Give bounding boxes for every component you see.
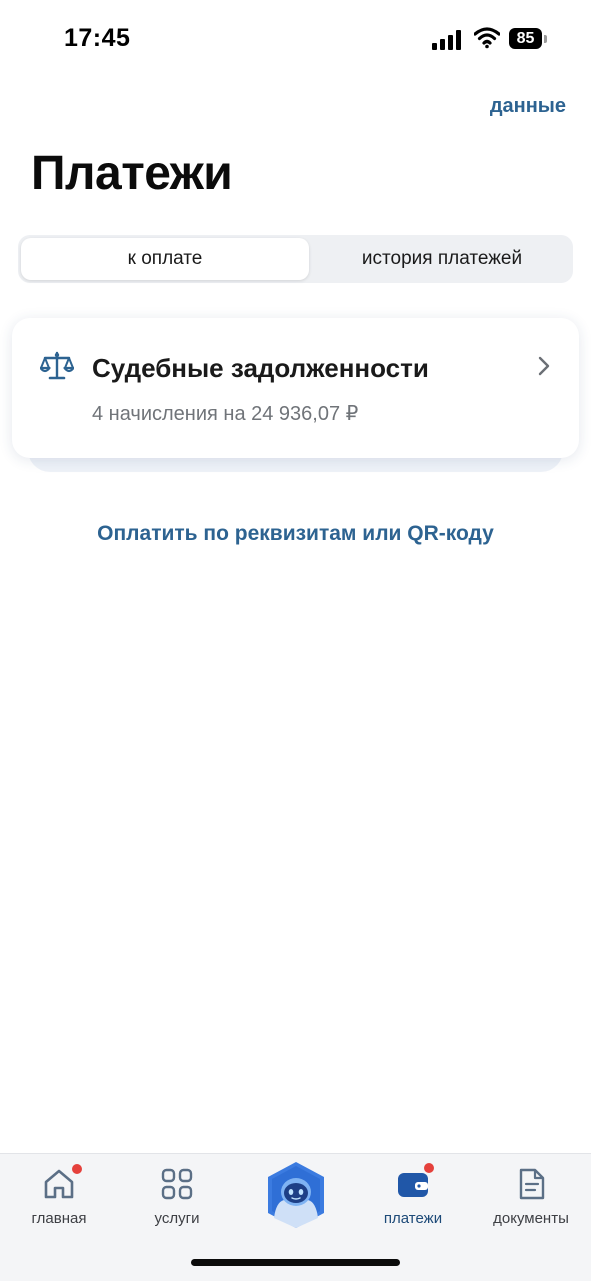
- card-subtitle: 4 начисления на 24 936,07 ₽: [92, 403, 359, 425]
- home-indicator: [191, 1259, 400, 1266]
- battery-level: 85: [509, 28, 542, 49]
- tab-to-pay[interactable]: к оплате: [21, 238, 309, 280]
- payments-tabs: к оплате история платежей: [18, 235, 573, 283]
- page-title: Платежи: [31, 147, 233, 200]
- signal-icon: [432, 30, 461, 50]
- status-bar: 17:45 85: [0, 0, 591, 80]
- assistant-avatar-icon[interactable]: [264, 1160, 328, 1230]
- wifi-icon: [474, 27, 500, 49]
- nav-payments-label: платежи: [383, 1210, 443, 1227]
- tab-payment-history[interactable]: история платежей: [314, 238, 570, 280]
- document-icon: [519, 1168, 545, 1200]
- nav-home[interactable]: главная: [4, 1154, 114, 1244]
- card-title: Судебные задолженности: [92, 353, 429, 383]
- nav-home-label: главная: [31, 1210, 87, 1227]
- nav-services-label: услуги: [154, 1210, 200, 1227]
- nav-documents[interactable]: документы: [476, 1154, 586, 1244]
- home-badge: [70, 1162, 84, 1176]
- court-debts-card[interactable]: Судебные задолженности 4 начисления на 2…: [12, 318, 579, 458]
- nav-services[interactable]: услуги: [122, 1154, 232, 1244]
- services-grid-icon: [161, 1168, 193, 1200]
- payments-badge: [422, 1161, 436, 1175]
- nav-documents-label: документы: [493, 1210, 569, 1227]
- nav-payments[interactable]: платежи: [358, 1154, 468, 1244]
- battery-icon: 85: [509, 28, 549, 50]
- chevron-right-icon: [538, 356, 550, 376]
- scales-icon: [40, 351, 74, 380]
- data-link[interactable]: данные: [490, 95, 566, 118]
- status-time: 17:45: [64, 24, 131, 52]
- pay-by-details-link[interactable]: Оплатить по реквизитам или QR-коду: [0, 522, 591, 546]
